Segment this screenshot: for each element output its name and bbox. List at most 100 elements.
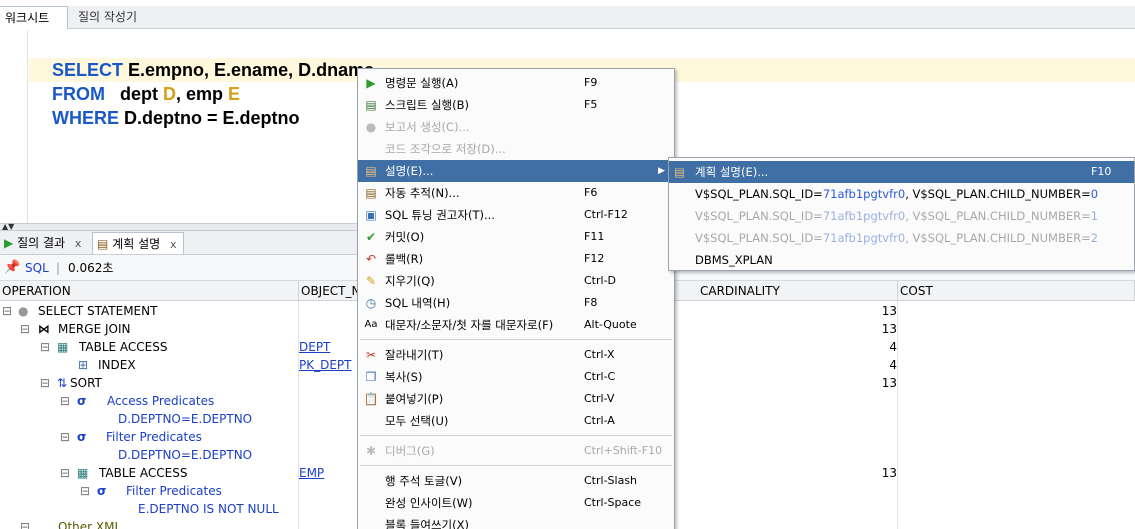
column-header-cardinality[interactable]: CARDINALITY [698,281,898,301]
eraser-icon: ✎ [365,274,377,288]
operation-label: Filter Predicates [126,484,222,498]
object-name-link[interactable]: EMP [299,464,324,482]
sql-label[interactable]: SQL [25,255,49,281]
menu-label: 디버그(G) [385,444,435,458]
menu-item-toggle-case[interactable]: Aa 대문자/소문자/첫 자를 대문자로(F) Alt-Quote [358,314,674,336]
operation-label: SORT [70,376,102,390]
menu-label: V$SQL_PLAN.SQL_ID=71afb1pgtvfr0, V$SQL_P… [695,187,1099,201]
table-icon: ▦ [57,340,69,354]
explain-plan-icon: ▤ [674,165,685,179]
code-line-2[interactable]: FROM dept D, emp E [42,58,240,104]
column-header-object-name[interactable]: OBJECT_N [299,281,358,301]
case-icon: Aa [364,319,378,330]
collapse-icon[interactable]: ⊟ [40,374,50,392]
menu-shortcut: Ctrl-V [584,392,615,405]
play-icon: ▶ [4,236,14,250]
submenu-item-explain-plan[interactable]: ▤ 계획 설명(E)... F10 [669,161,1134,183]
menu-item-copy[interactable]: ❐ 복사(S) Ctrl-C [358,366,674,388]
code-line-3[interactable]: WHERE D.deptno = E.deptno [42,82,300,128]
menu-item-save-snippet[interactable]: 코드 조각으로 저장(D)... [358,138,674,160]
menu-label: V$SQL_PLAN.SQL_ID=71afb1pgtvfr0, V$SQL_P… [695,209,1099,223]
collapse-icon[interactable]: ⊟ [40,338,50,356]
menu-item-select-all[interactable]: 모두 선택(U) Ctrl-A [358,410,674,432]
menu-item-paste[interactable]: 📋 붙여넣기(P) Ctrl-V [358,388,674,410]
tab-worksheet[interactable]: 워크시트 [0,6,68,29]
menu-item-explain[interactable]: ▤ 설명(E)... ▶ [358,160,674,182]
menu-item-rollback[interactable]: ↶ 롤백(R) F12 [358,248,674,270]
submenu-item-child-1[interactable]: V$SQL_PLAN.SQL_ID=71afb1pgtvfr0, V$SQL_P… [669,205,1134,227]
collapse-icon[interactable]: ⊟ [60,392,70,410]
collapse-icon[interactable]: ⊟ [20,518,30,529]
code-line-1[interactable]: SELECT E.empno, E.ename, D.dname [42,34,374,80]
column-header-operation[interactable]: OPERATION [0,281,299,301]
object-name-link[interactable]: PK_DEPT [299,356,352,374]
submenu-item-child-0[interactable]: V$SQL_PLAN.SQL_ID=71afb1pgtvfr0, V$SQL_P… [669,183,1134,205]
menu-item-generate-report[interactable]: ● 보고서 생성(C)... [358,116,674,138]
menu-shortcut: Ctrl-F12 [584,208,628,221]
close-icon[interactable]: x [170,238,177,251]
collapse-icon[interactable]: ⊟ [2,302,12,320]
menu-item-commit[interactable]: ✔ 커밋(O) F11 [358,226,674,248]
menu-shortcut: Ctrl-Slash [584,474,638,487]
menu-label: 붙여넣기(P) [385,392,444,406]
column-header-cost[interactable]: COST [898,281,1135,301]
cardinality-value: 4 [889,340,897,354]
tab-explain-plan[interactable]: ▤ 계획 설명 x [92,232,184,254]
submenu-item-dbms-xplan[interactable]: DBMS_XPLAN [669,249,1134,271]
menu-label: 대문자/소문자/첫 자를 대문자로(F) [385,318,554,332]
paste-icon: 📋 [363,392,379,406]
menu-label: 잘라내기(T) [385,348,444,362]
menu-shortcut: F9 [584,76,598,89]
menu-item-block-indent[interactable]: 블록 들여쓰기(X) [358,514,674,529]
access-predicate-icon: σ [77,394,87,408]
menu-item-run-statement[interactable]: ▶ 명령문 실행(A) F9 [358,72,674,94]
menu-shortcut: Ctrl-X [584,348,615,361]
menu-label: 완성 인사이트(W) [385,496,473,510]
menu-shortcut: F5 [584,98,598,111]
menu-label: 자동 추적(N)... [385,186,460,200]
menu-shortcut: F11 [584,230,605,243]
menu-label: SQL 내역(H) [385,296,451,310]
collapse-icon[interactable]: ⊟ [60,428,70,446]
copy-icon: ❐ [365,370,377,384]
menu-shortcut: Ctrl-A [584,414,615,427]
submenu-item-child-2[interactable]: V$SQL_PLAN.SQL_ID=71afb1pgtvfr0, V$SQL_P… [669,227,1134,249]
tab-query-builder[interactable]: 질의 작성기 [72,6,143,29]
operation-label: TABLE ACCESS [99,466,188,480]
menu-shortcut: Ctrl-C [584,370,616,383]
operation-label: TABLE ACCESS [79,340,168,354]
menu-label: DBMS_XPLAN [695,253,773,267]
collapse-icon[interactable]: ⊟ [60,464,70,482]
object-name-link[interactable]: DEPT [299,338,330,356]
menu-item-autotrace[interactable]: ▤ 자동 추적(N)... F6 [358,182,674,204]
close-icon[interactable]: x [75,237,82,250]
menu-item-debug[interactable]: ✱ 디버그(G) Ctrl+Shift-F10 [358,440,674,462]
menu-item-cut[interactable]: ✂ 잘라내기(T) Ctrl-X [358,344,674,366]
tab-query-result[interactable]: ▶ 질의 결과 x [0,232,90,254]
menu-item-toggle-line-comment[interactable]: 행 주석 토글(V) Ctrl-Slash [358,470,674,492]
pin-icon[interactable]: 📌 [4,255,20,281]
menu-item-sql-tuning[interactable]: ▣ SQL 튜닝 권고자(T)... Ctrl-F12 [358,204,674,226]
statement-icon: ● [18,304,29,318]
elapsed-time: 0.062초 [68,261,114,275]
menu-shortcut: Ctrl-D [584,274,617,287]
menu-item-sql-history[interactable]: ◷ SQL 내역(H) F8 [358,292,674,314]
collapse-arrows-icon[interactable]: ▲▼ [2,222,14,231]
menu-item-run-script[interactable]: ▤ 스크립트 실행(B) F5 [358,94,674,116]
explain-plan-icon: ▤ [97,237,109,251]
menu-item-completion-insight[interactable]: 완성 인사이트(W) Ctrl-Space [358,492,674,514]
worksheet-tab-strip: 워크시트 질의 작성기 [0,6,1135,29]
menu-separator [360,465,672,466]
commit-icon: ✔ [365,230,377,244]
collapse-icon[interactable]: ⊟ [80,482,90,500]
sort-icon: ⇅ [57,376,68,390]
menu-label: 블록 들여쓰기(X) [385,518,469,529]
collapse-icon[interactable]: ⊟ [20,320,30,338]
menu-label: 커밋(O) [385,230,425,244]
editor-gutter [0,30,28,223]
menu-label: SQL 튜닝 권고자(T)... [385,208,495,222]
report-icon: ● [365,120,377,134]
filter-predicate-icon: σ [77,430,87,444]
menu-item-clear[interactable]: ✎ 지우기(Q) Ctrl-D [358,270,674,292]
menu-label: 모두 선택(U) [385,414,449,428]
